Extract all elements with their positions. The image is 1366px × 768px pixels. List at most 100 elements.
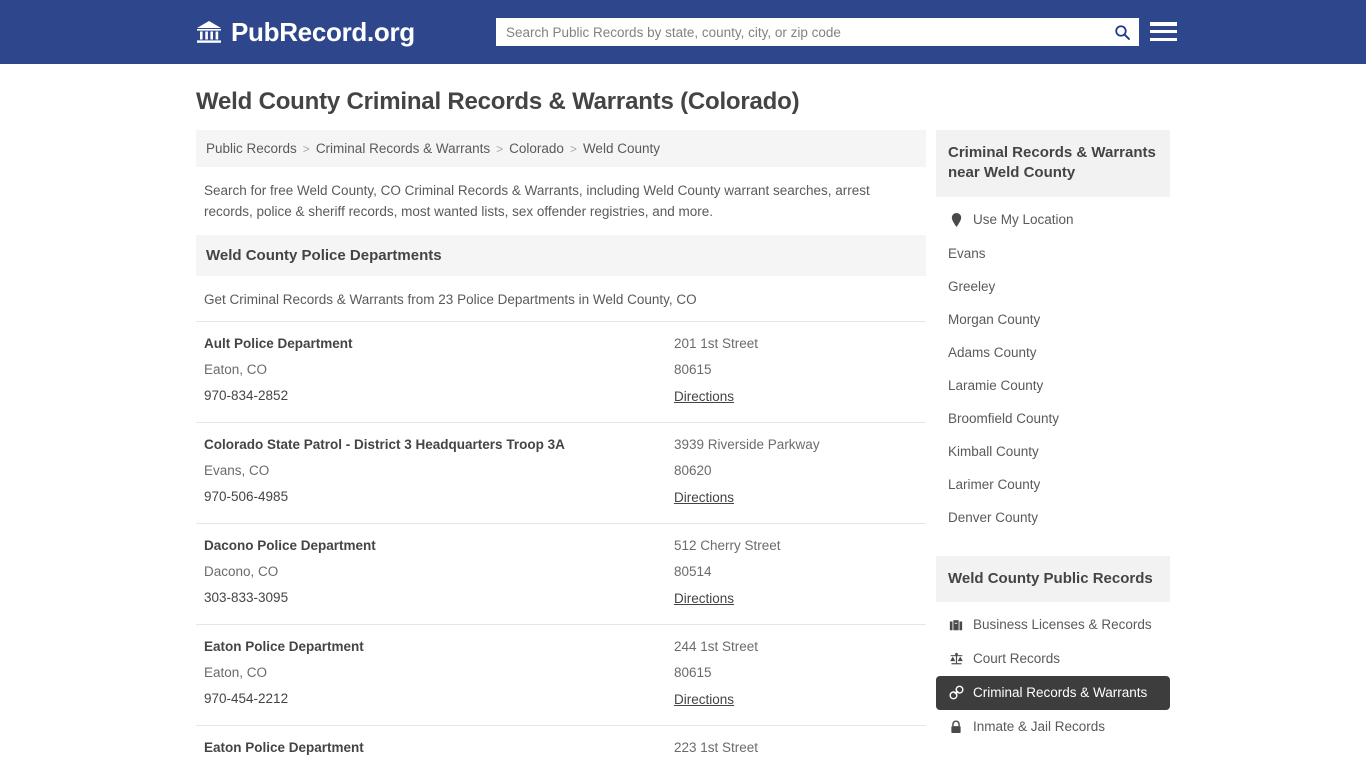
- sidebar-item-label: Evans: [948, 245, 986, 261]
- site-logo[interactable]: PubRecord.org: [196, 17, 415, 48]
- sidebar-item-label: Criminal Records & Warrants: [973, 685, 1148, 701]
- listing-primary-column: Eaton Police Department Eaton, CO 970-45…: [204, 639, 674, 709]
- listing-primary-column: Dacono Police Department Dacono, CO 303-…: [204, 538, 674, 608]
- table-row[interactable]: Dacono Police Department Dacono, CO 303-…: [196, 522, 926, 624]
- main-column: Public Records > Criminal Records & Warr…: [196, 130, 926, 768]
- map-pin-icon: [948, 212, 964, 228]
- directions-link[interactable]: Directions: [674, 389, 734, 404]
- listing-phone: 970-834-2852: [204, 387, 289, 403]
- sidebar-item-morgan-county[interactable]: Morgan County: [936, 303, 1170, 336]
- sidebar-item-inmate-jail-records[interactable]: Inmate & Jail Records: [936, 710, 1170, 744]
- search-button[interactable]: [1105, 18, 1139, 46]
- sidebar-heading-nearby: Criminal Records & Warrants near Weld Co…: [936, 130, 1170, 197]
- listing-city: Dacono, CO: [204, 563, 279, 579]
- search-icon: [1114, 24, 1130, 40]
- listing-phone: 970-454-2212: [204, 690, 289, 706]
- sidebar-item-label: Inmate & Jail Records: [973, 719, 1106, 735]
- search-input[interactable]: [496, 18, 1105, 46]
- hamburger-bar: [1150, 22, 1177, 26]
- breadcrumb-separator: >: [302, 141, 310, 156]
- sidebar-item-label: Greeley: [948, 278, 996, 294]
- sidebar-item-label: Morgan County: [948, 311, 1041, 327]
- sidebar-item-evans[interactable]: Evans: [936, 237, 1170, 270]
- listing-address-column: 201 1st Street 80615 Directions: [674, 336, 918, 406]
- content-row: Public Records > Criminal Records & Warr…: [196, 130, 1170, 768]
- table-row[interactable]: Ault Police Department Eaton, CO 970-834…: [196, 320, 926, 422]
- sidebar-item-label: Broomfield County: [948, 410, 1060, 426]
- table-row[interactable]: Eaton Police Department Eaton, CO 970-45…: [196, 623, 926, 725]
- listing-zip: 80620: [674, 462, 712, 478]
- sidebar: Criminal Records & Warrants near Weld Co…: [936, 130, 1170, 744]
- sidebar-item-kimball-county[interactable]: Kimball County: [936, 435, 1170, 468]
- listing-primary-column: Ault Police Department Eaton, CO 970-834…: [204, 336, 674, 406]
- listing-city: Evans, CO: [204, 462, 270, 478]
- listing-street: 223 1st Street: [674, 739, 759, 755]
- breadcrumb-item-colorado[interactable]: Colorado: [509, 141, 564, 156]
- briefcase-icon: [948, 617, 964, 633]
- sidebar-item-larimer-county[interactable]: Larimer County: [936, 468, 1170, 501]
- breadcrumb-separator: >: [569, 141, 577, 156]
- sidebar-item-label: Adams County: [948, 344, 1037, 360]
- sidebar-item-criminal-records[interactable]: Criminal Records & Warrants: [936, 675, 1170, 710]
- page-intro-text: Search for free Weld County, CO Criminal…: [204, 183, 870, 219]
- sidebar-item-denver-county[interactable]: Denver County: [936, 501, 1170, 534]
- sidebar-item-use-my-location[interactable]: Use My Location: [936, 203, 1170, 237]
- sidebar-item-broomfield-county[interactable]: Broomfield County: [936, 402, 1170, 435]
- directions-link[interactable]: Directions: [674, 490, 734, 505]
- handcuffs-icon: [948, 685, 964, 701]
- table-row[interactable]: Colorado State Patrol - District 3 Headq…: [196, 421, 926, 523]
- sidebar-public-records-list: Business Licenses & Records Court Record…: [936, 602, 1170, 744]
- listing-address-column: 3939 Riverside Parkway 80620 Directions: [674, 437, 918, 507]
- sidebar-item-label: Business Licenses & Records: [973, 617, 1152, 633]
- sidebar-item-court-records[interactable]: Court Records: [936, 642, 1170, 676]
- sidebar-heading-public-records: Weld County Public Records: [936, 555, 1170, 602]
- directions-link[interactable]: Directions: [674, 591, 734, 606]
- listing-name: Eaton Police Department: [204, 638, 364, 654]
- listing-city: Eaton, CO: [204, 664, 268, 680]
- bank-building-icon: [196, 20, 222, 44]
- listing-street: 201 1st Street: [674, 335, 759, 351]
- listing-zip: 80615: [674, 361, 712, 377]
- site-logo-text: PubRecord.org: [231, 16, 415, 47]
- page-title: Weld County Criminal Records & Warrants …: [196, 88, 800, 115]
- section-subtext: Get Criminal Records & Warrants from 23 …: [204, 291, 697, 307]
- sidebar-item-business-licenses[interactable]: Business Licenses & Records: [936, 608, 1170, 642]
- listing-street: 3939 Riverside Parkway: [674, 436, 820, 452]
- listing-address-column: 244 1st Street 80615 Directions: [674, 639, 918, 709]
- section-heading-police-departments: Weld County Police Departments: [196, 234, 926, 276]
- sidebar-item-label: Use My Location: [973, 212, 1074, 227]
- lock-icon: [948, 719, 964, 735]
- search-bar[interactable]: [496, 18, 1139, 46]
- breadcrumb-item-public-records[interactable]: Public Records: [206, 141, 297, 156]
- listing-zip: 80514: [674, 563, 712, 579]
- breadcrumb: Public Records > Criminal Records & Warr…: [196, 130, 926, 167]
- breadcrumb-item-criminal-records[interactable]: Criminal Records & Warrants: [316, 141, 490, 156]
- sidebar-item-label: Denver County: [948, 509, 1039, 525]
- listing-phone: 303-833-3095: [204, 589, 289, 605]
- sidebar-item-adams-county[interactable]: Adams County: [936, 336, 1170, 369]
- listing-primary-column: Eaton Police Department Eaton, CO 970-45…: [204, 740, 674, 768]
- sidebar-item-label: Larimer County: [948, 476, 1041, 492]
- hamburger-menu-icon[interactable]: [1150, 19, 1177, 44]
- listing-primary-column: Colorado State Patrol - District 3 Headq…: [204, 437, 674, 507]
- hamburger-bar: [1150, 37, 1177, 41]
- sidebar-item-laramie-county[interactable]: Laramie County: [936, 369, 1170, 402]
- listing-zip: 80615: [674, 664, 712, 680]
- site-header: PubRecord.org: [0, 0, 1366, 64]
- page-container: Weld County Criminal Records & Warrants …: [0, 88, 1366, 768]
- listing-phone: 970-506-4985: [204, 488, 289, 504]
- listing-street: 512 Cherry Street: [674, 537, 781, 553]
- directions-link[interactable]: Directions: [674, 692, 734, 707]
- listing-city: Eaton, CO: [204, 361, 268, 377]
- listing-name: Colorado State Patrol - District 3 Headq…: [204, 436, 565, 452]
- breadcrumb-separator: >: [496, 141, 504, 156]
- listing-name: Eaton Police Department: [204, 739, 364, 755]
- breadcrumb-item-weld-county: Weld County: [582, 141, 660, 156]
- listing-street: 244 1st Street: [674, 638, 759, 654]
- table-row[interactable]: Eaton Police Department Eaton, CO 970-45…: [196, 724, 926, 768]
- listing-name: Ault Police Department: [204, 335, 353, 351]
- hamburger-bar: [1150, 29, 1177, 34]
- sidebar-item-greeley[interactable]: Greeley: [936, 270, 1170, 303]
- sidebar-item-label: Kimball County: [948, 443, 1039, 459]
- scales-of-justice-icon: [948, 651, 964, 667]
